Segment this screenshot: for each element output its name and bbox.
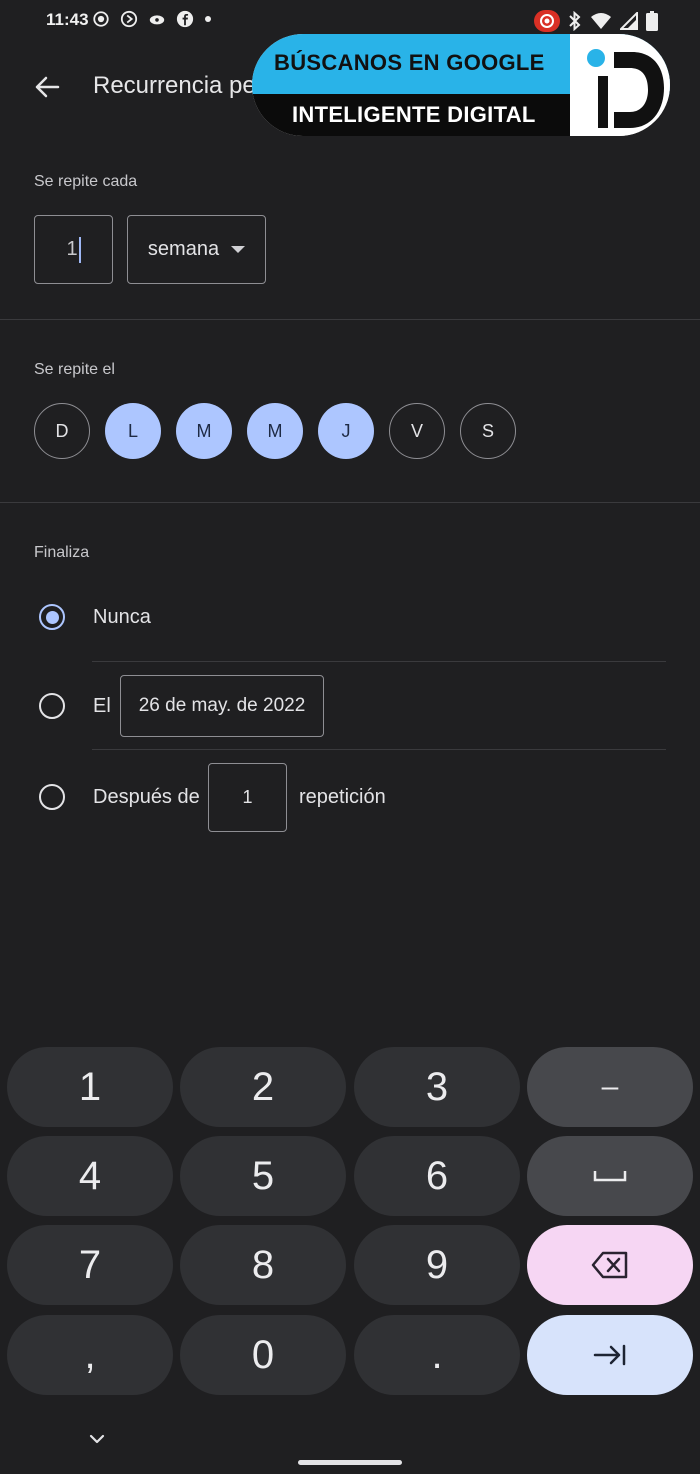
status-icons-left: [92, 10, 212, 28]
watermark-bottom-band: INTELIGENTE DIGITAL: [252, 94, 570, 136]
key-label: 3: [425, 1064, 449, 1109]
watermark-logo-icon: [570, 34, 670, 136]
chevron-down-icon[interactable]: [86, 1428, 108, 1450]
key-label: 0: [251, 1332, 275, 1377]
status-time: 11:43: [46, 10, 89, 29]
space-bar-icon: [593, 1171, 627, 1182]
key-backspace[interactable]: [527, 1225, 693, 1305]
day-letter: M: [267, 420, 283, 441]
watermark-line2: INTELIGENTE DIGITAL: [292, 102, 536, 127]
ends-after-label: Después de: [93, 786, 200, 808]
day-toggle-saturday[interactable]: S: [460, 403, 516, 459]
cloud-eye-icon: [149, 15, 165, 25]
arrow-left-icon: [35, 76, 60, 98]
page-title: Recurrencia pe: [93, 72, 256, 99]
text-caret: [78, 236, 81, 263]
end-date-value: 26 de may. de 2022: [138, 695, 306, 716]
day-letter: D: [55, 420, 69, 441]
day-toggle-tuesday[interactable]: M: [176, 403, 232, 459]
key-4[interactable]: 4: [7, 1136, 173, 1216]
occurrence-count-input[interactable]: 1: [208, 763, 287, 832]
recording-icon: [534, 10, 560, 32]
repeat-count-input[interactable]: 1: [34, 215, 113, 284]
day-toggle-monday[interactable]: L: [105, 403, 161, 459]
ends-label: Finaliza: [34, 544, 90, 561]
repeat-unit-value: semana: [147, 238, 220, 260]
key-next[interactable]: [527, 1315, 693, 1395]
watermark-banner: BÚSCANOS EN GOOGLE INTELIGENTE DIGITAL: [252, 34, 670, 136]
dot-icon: [205, 16, 211, 22]
screen-record-icon: [93, 11, 109, 27]
key-label: 4: [78, 1153, 102, 1198]
key-label: 7: [78, 1242, 102, 1287]
day-letter: M: [196, 420, 212, 441]
key-label: 6: [425, 1153, 449, 1198]
key-space[interactable]: [527, 1136, 693, 1216]
key-label: 9: [425, 1242, 449, 1287]
section-divider: [0, 502, 700, 503]
day-letter: J: [341, 420, 351, 441]
ends-on-date-radio[interactable]: [39, 693, 65, 719]
repeat-unit-dropdown[interactable]: semana: [127, 215, 266, 284]
key-0[interactable]: 0: [180, 1315, 346, 1395]
day-toggle-thursday[interactable]: J: [318, 403, 374, 459]
key-3[interactable]: 3: [354, 1047, 520, 1127]
key-2[interactable]: 2: [180, 1047, 346, 1127]
ends-on-label: El: [93, 695, 111, 717]
ends-never-radio[interactable]: [39, 604, 65, 630]
day-toggle-friday[interactable]: V: [389, 403, 445, 459]
day-toggle-sunday[interactable]: D: [34, 403, 90, 459]
backspace-icon: [591, 1251, 628, 1279]
end-date-field[interactable]: 26 de may. de 2022: [120, 675, 324, 737]
key-minus[interactable]: –: [527, 1047, 693, 1127]
day-letter: V: [410, 420, 423, 441]
option-divider: [92, 661, 666, 662]
key-label: 2: [251, 1064, 275, 1109]
key-label: ,: [84, 1332, 96, 1377]
repeat-count-value: 1: [66, 238, 78, 260]
key-label: 5: [251, 1153, 275, 1198]
day-toggle-wednesday[interactable]: M: [247, 403, 303, 459]
day-letter: S: [481, 420, 494, 441]
signal-icon: [620, 12, 638, 30]
tab-next-icon: [593, 1344, 626, 1366]
key-label: 8: [251, 1242, 275, 1287]
key-5[interactable]: 5: [180, 1136, 346, 1216]
weekday-picker: D L M M J V S: [34, 403, 516, 459]
dropdown-arrow-icon: [231, 246, 246, 253]
home-indicator[interactable]: [298, 1460, 402, 1465]
key-1[interactable]: 1: [7, 1047, 173, 1127]
key-period[interactable]: .: [354, 1315, 520, 1395]
ends-after-radio[interactable]: [39, 784, 65, 810]
repeat-every-label: Se repite cada: [34, 173, 138, 190]
option-divider: [92, 749, 666, 750]
key-8[interactable]: 8: [180, 1225, 346, 1305]
ends-after-unit: repetición: [299, 786, 386, 808]
key-6[interactable]: 6: [354, 1136, 520, 1216]
key-comma[interactable]: ,: [7, 1315, 173, 1395]
key-label: 1: [78, 1064, 102, 1109]
key-7[interactable]: 7: [7, 1225, 173, 1305]
key-9[interactable]: 9: [354, 1225, 520, 1305]
back-button[interactable]: [30, 70, 64, 104]
wifi-icon: [591, 13, 611, 29]
bluetooth-icon: [569, 11, 581, 31]
play-circle-icon: [120, 10, 138, 28]
status-icons-right: [534, 10, 658, 32]
watermark-line1: BÚSCANOS EN GOOGLE: [274, 50, 545, 75]
day-letter: L: [127, 420, 138, 441]
occurrence-count-value: 1: [242, 787, 253, 807]
repeat-on-label: Se repite el: [34, 361, 115, 378]
key-label: –: [601, 1070, 619, 1103]
ends-never-label: Nunca: [93, 606, 151, 628]
key-label: .: [431, 1332, 443, 1377]
section-divider: [0, 319, 700, 320]
battery-icon: [646, 11, 658, 31]
facebook-icon: [176, 10, 194, 28]
